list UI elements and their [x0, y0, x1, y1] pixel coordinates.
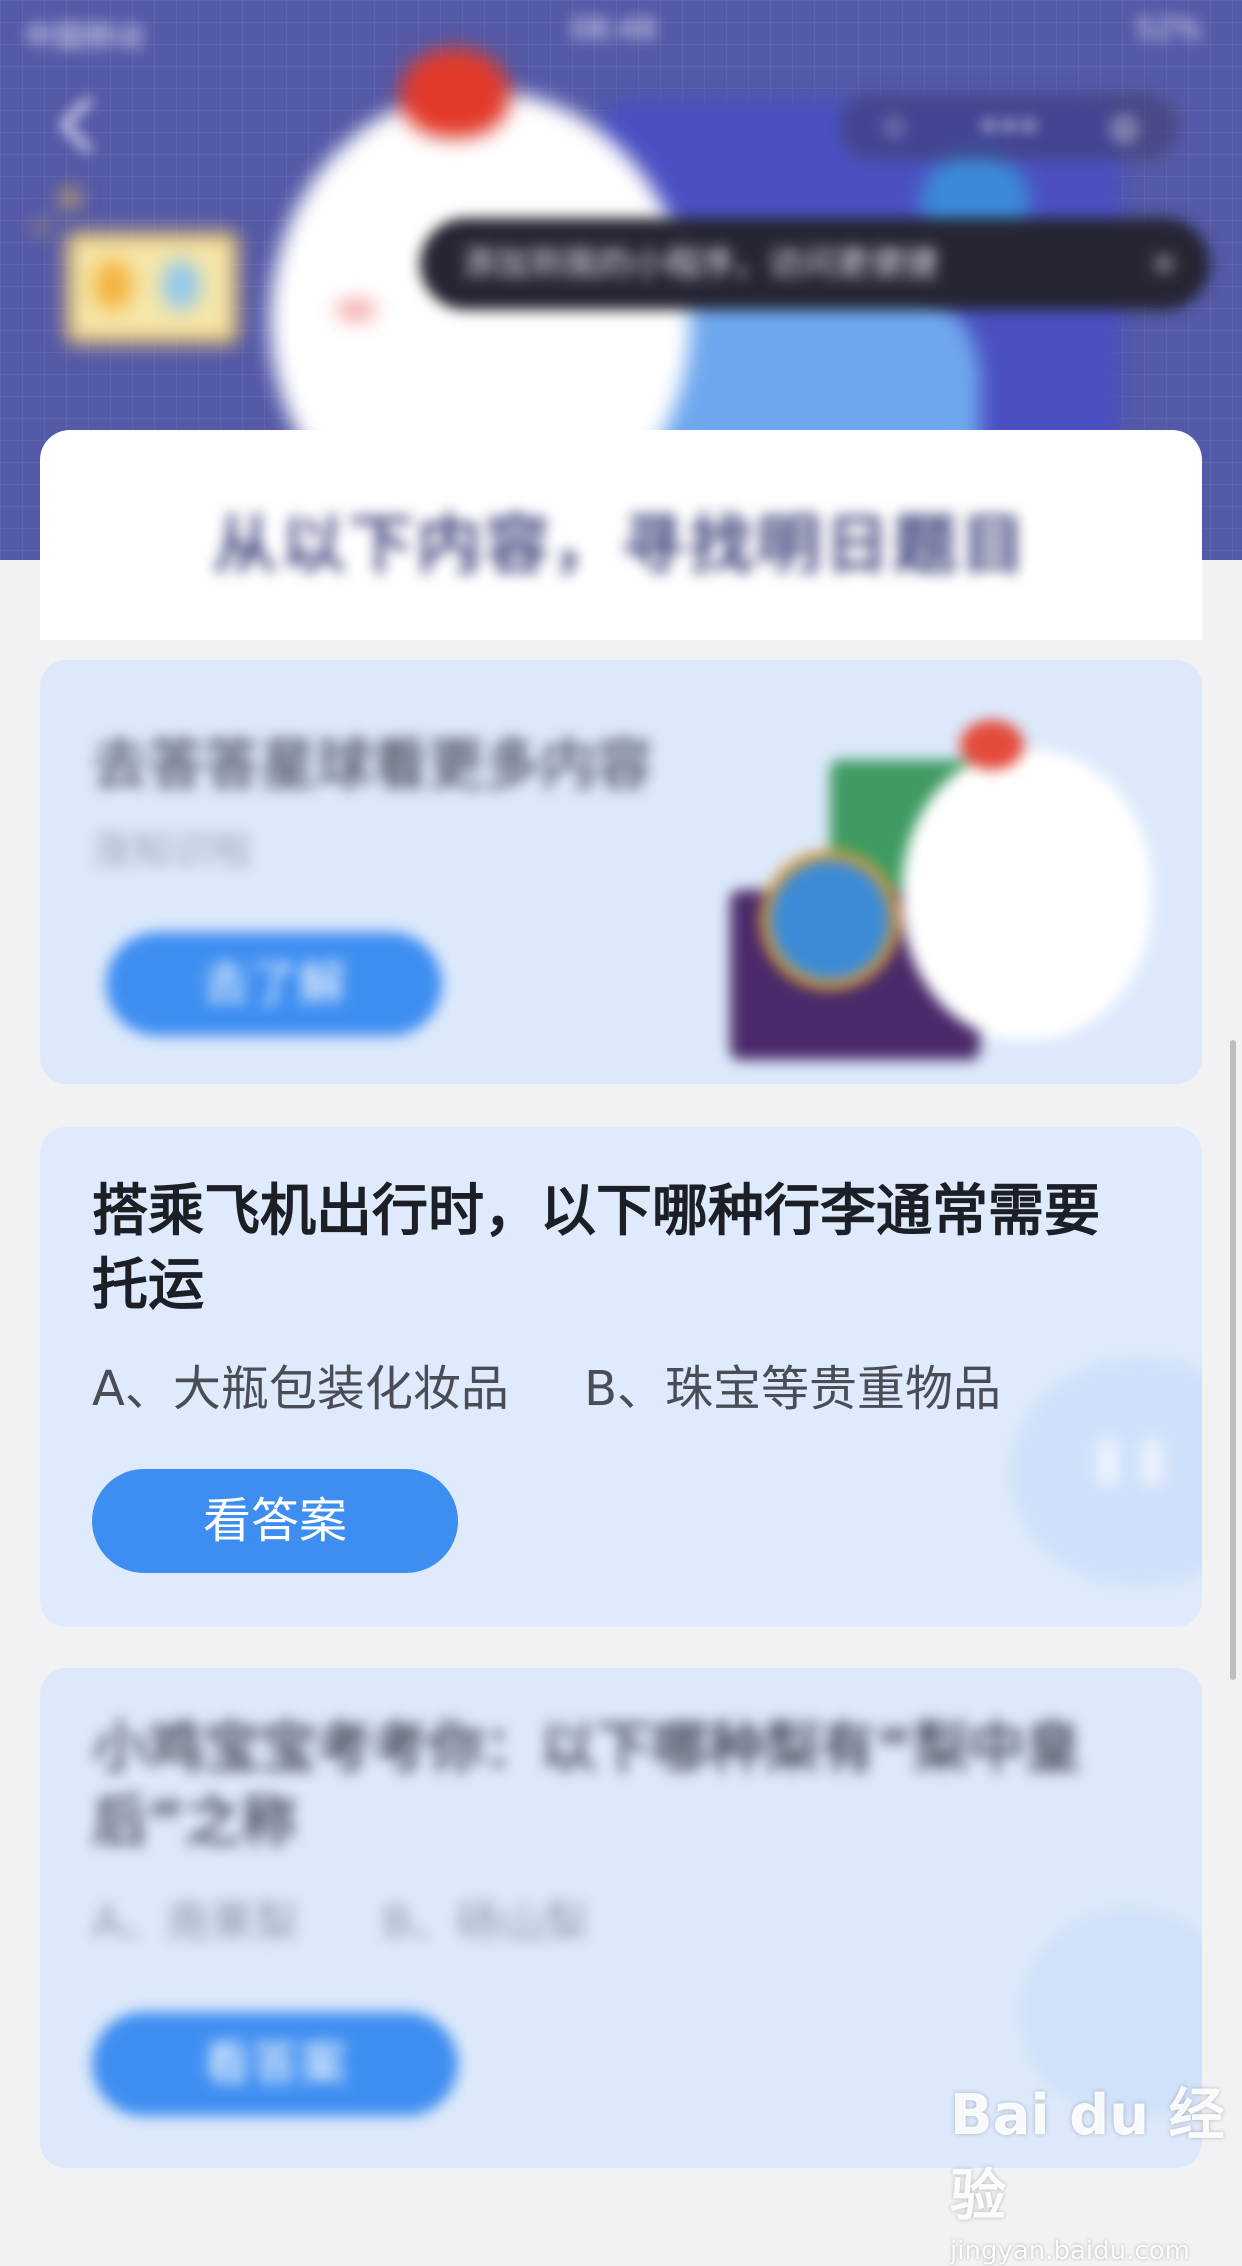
speech-bubble-icon [1010, 1357, 1202, 1587]
chicken-mascot [902, 750, 1152, 1040]
view-answer-button[interactable]: 看答案 [92, 2012, 458, 2116]
option-a: A、南果梨 [92, 1897, 299, 1948]
chicken-comb [400, 48, 510, 138]
add-to-my-mini-programs-tip[interactable]: 添加到我的小程序，访问更便捷 × [420, 218, 1210, 310]
chevron-left-icon[interactable] [50, 95, 110, 155]
idea-sign-illustration [66, 232, 238, 344]
close-target-icon[interactable]: ◎ [1069, 93, 1179, 161]
chicken-cheek [336, 300, 376, 320]
card-subtitle: 涨知识啦 [92, 828, 252, 874]
more-icon[interactable]: ••• [954, 93, 1064, 161]
question-text: 小鸡宝宝考考你：以下哪种梨有“梨中皇后”之称 [92, 1716, 1081, 1855]
battery-label: 52% [1135, 12, 1202, 47]
status-bar: 中国移动 08:48 52% [0, 0, 1242, 60]
close-icon[interactable]: × [1142, 218, 1186, 310]
watermark: Bai du 经验 jingyan.baidu.com [950, 2070, 1242, 2266]
globe-illustration [760, 850, 900, 990]
more-content-card[interactable]: 去答答星球看更多内容 涨知识啦 去了解 [40, 660, 1202, 1084]
mini-program-capsule: ☆ ••• ◎ [838, 92, 1180, 162]
card-title: 去答答星球看更多内容 [92, 733, 652, 798]
question-text: 搭乘飞机出行时，以下哪种行李通常需要托运 [92, 1179, 1100, 1318]
scrollbar[interactable] [1230, 1040, 1236, 1680]
heading-panel: 从以下内容，寻找明日题目 [40, 430, 1202, 640]
sparkle-icon [58, 186, 82, 210]
option-b: B、珠宝等贵重物品 [584, 1361, 1002, 1417]
option-a: A、大瓶包装化妆品 [92, 1361, 509, 1417]
sparkle-icon [33, 219, 49, 235]
carrier-label: 中国移动 [24, 20, 144, 55]
clock: 08:48 [570, 12, 657, 47]
question-card: 搭乘飞机出行时，以下哪种行李通常需要托运 A、大瓶包装化妆品 B、珠宝等贵重物品… [40, 1127, 1202, 1627]
answer-options: A、南果梨 B、砀山梨 [92, 1886, 588, 1950]
learn-more-button[interactable]: 去了解 [106, 932, 442, 1036]
option-b: B、砀山梨 [382, 1897, 589, 1948]
star-icon[interactable]: ☆ [839, 93, 949, 161]
view-answer-button[interactable]: 看答案 [92, 1469, 458, 1573]
chicken-comb [960, 720, 1024, 770]
answer-options: A、大瓶包装化妆品 B、珠宝等贵重物品 [92, 1349, 1001, 1419]
watermark-url: jingyan.baidu.com [950, 2236, 1190, 2266]
tooltip-text: 添加到我的小程序，访问更便捷 [462, 244, 938, 284]
page-heading: 从以下内容，寻找明日题目 [213, 509, 1029, 583]
